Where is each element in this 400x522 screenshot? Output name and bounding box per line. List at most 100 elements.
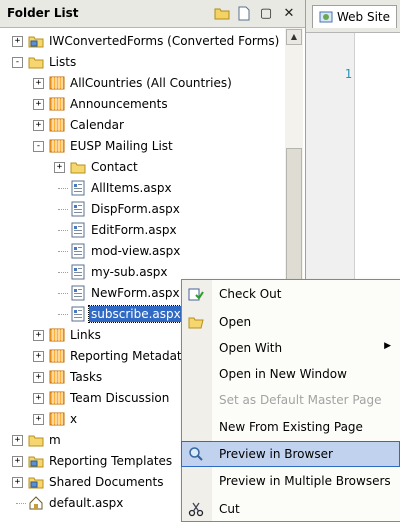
menu-item[interactable]: Open xyxy=(182,310,399,334)
tree-connector xyxy=(58,314,68,315)
collapse-icon[interactable]: - xyxy=(33,141,44,152)
expand-icon[interactable]: + xyxy=(33,99,44,110)
menu-item[interactable]: Preview in Multiple Browsers xyxy=(182,469,399,493)
expand-icon[interactable]: + xyxy=(33,330,44,341)
menu-item: Set as Default Master Page xyxy=(182,388,399,412)
site-folder-icon xyxy=(28,33,44,49)
tree-item-label: Shared Documents xyxy=(49,475,164,489)
list-icon xyxy=(49,117,65,133)
menu-item-label: Preview in Browser xyxy=(219,447,333,461)
tree-row[interactable]: AllItems.aspx xyxy=(0,178,285,198)
tree-item-label: Contact xyxy=(91,160,138,174)
list-icon xyxy=(49,348,65,364)
preview-icon xyxy=(188,446,204,462)
menu-item-label: Check Out xyxy=(219,287,282,301)
menu-item-label: New From Existing Page xyxy=(219,420,363,434)
list-icon xyxy=(49,369,65,385)
menu-item[interactable]: Check Out xyxy=(182,282,399,306)
menu-item[interactable]: Cut xyxy=(182,497,399,521)
tree-item-label: mod-view.aspx xyxy=(91,244,181,258)
tree-row[interactable]: + Announcements xyxy=(0,94,285,114)
expand-icon[interactable]: + xyxy=(12,456,23,467)
menu-item-label: Preview in Multiple Browsers xyxy=(219,474,391,488)
tree-connector xyxy=(16,503,26,504)
expand-icon[interactable]: + xyxy=(33,351,44,362)
tree-item-label: Reporting Metadata xyxy=(70,349,189,363)
expand-icon[interactable]: + xyxy=(12,477,23,488)
folder-icon xyxy=(28,54,44,70)
tree-row[interactable]: EditForm.aspx xyxy=(0,220,285,240)
tree-item-label: Calendar xyxy=(70,118,124,132)
menu-item-label: Cut xyxy=(219,502,240,516)
new-page-icon[interactable] xyxy=(236,5,252,21)
aspx-file-icon xyxy=(70,264,86,280)
expand-icon[interactable]: + xyxy=(33,393,44,404)
line-number: 1 xyxy=(344,67,352,81)
close-icon[interactable]: ✕ xyxy=(281,5,297,21)
check-out-icon xyxy=(188,286,204,302)
tree-item-label: Tasks xyxy=(70,370,103,384)
tree-row[interactable]: + Contact xyxy=(0,157,285,177)
menu-item[interactable]: Preview in Browser xyxy=(181,441,400,467)
tree-row[interactable]: + Calendar xyxy=(0,115,285,135)
tree-connector xyxy=(58,272,68,273)
tree-item-label: DispForm.aspx xyxy=(91,202,180,216)
list-icon xyxy=(49,390,65,406)
tree-item-label: Links xyxy=(70,328,101,342)
tree-row[interactable]: + AllCountries (All Countries) xyxy=(0,73,285,93)
submenu-arrow-icon: ▶ xyxy=(384,341,391,351)
panel-title: Folder List xyxy=(7,6,79,20)
list-icon xyxy=(49,411,65,427)
tree-connector xyxy=(58,188,68,189)
tree-item-label: Announcements xyxy=(70,97,168,111)
dropdown-icon[interactable]: ▢ xyxy=(258,5,274,21)
list-icon xyxy=(49,138,65,154)
expand-icon[interactable]: + xyxy=(33,372,44,383)
aspx-file-icon xyxy=(70,201,86,217)
tree-item-label: NewForm.aspx xyxy=(91,286,180,300)
folder-icon xyxy=(70,159,86,175)
menu-item-label: Open in New Window xyxy=(219,367,347,381)
list-icon xyxy=(49,327,65,343)
tab-label: Web Site xyxy=(337,10,391,24)
menu-item[interactable]: Open in New Window xyxy=(182,362,399,386)
site-folder-icon xyxy=(28,474,44,490)
site-folder-icon xyxy=(28,453,44,469)
tree-item-label: default.aspx xyxy=(49,496,124,510)
tree-item-label: EUSP Mailing List xyxy=(70,139,173,153)
aspx-file-icon xyxy=(70,306,86,322)
tree-item-label: Team Discussion xyxy=(70,391,170,405)
menu-item[interactable]: Open With ▶ xyxy=(182,336,399,360)
tree-item-label: IWConvertedForms (Converted Forms) xyxy=(49,34,280,48)
expand-icon[interactable]: + xyxy=(33,414,44,425)
panel-header: Folder List ▢ ✕ xyxy=(0,0,305,28)
menu-item-label: Set as Default Master Page xyxy=(219,393,382,407)
tree-row[interactable]: - Lists xyxy=(0,52,285,72)
tree-item-label: subscribe.aspx xyxy=(88,305,184,323)
web-site-icon xyxy=(319,11,333,23)
tree-item-label: Reporting Templates xyxy=(49,454,173,468)
tree-connector xyxy=(58,293,68,294)
tree-row[interactable]: DispForm.aspx xyxy=(0,199,285,219)
collapse-icon[interactable]: - xyxy=(12,57,23,68)
list-icon xyxy=(49,96,65,112)
scissors-icon xyxy=(188,501,204,517)
folder-icon xyxy=(28,432,44,448)
expand-icon[interactable]: + xyxy=(54,162,65,173)
tree-row[interactable]: + IWConvertedForms (Converted Forms) xyxy=(0,31,285,51)
scroll-up-button[interactable]: ▲ xyxy=(286,29,302,45)
tab-web-site[interactable]: Web Site xyxy=(312,5,398,28)
tree-row[interactable]: mod-view.aspx xyxy=(0,241,285,261)
expand-icon[interactable]: + xyxy=(33,120,44,131)
tree-connector xyxy=(58,230,68,231)
aspx-file-icon xyxy=(70,222,86,238)
expand-icon[interactable]: + xyxy=(33,78,44,89)
menu-item[interactable]: New From Existing Page xyxy=(182,415,399,439)
expand-icon[interactable]: + xyxy=(12,435,23,446)
new-folder-icon[interactable] xyxy=(214,5,230,21)
tree-item-label: m xyxy=(49,433,61,447)
tree-row[interactable]: - EUSP Mailing List xyxy=(0,136,285,156)
tree-item-label: AllCountries (All Countries) xyxy=(70,76,232,90)
tree-item-label: my-sub.aspx xyxy=(91,265,168,279)
expand-icon[interactable]: + xyxy=(12,36,23,47)
